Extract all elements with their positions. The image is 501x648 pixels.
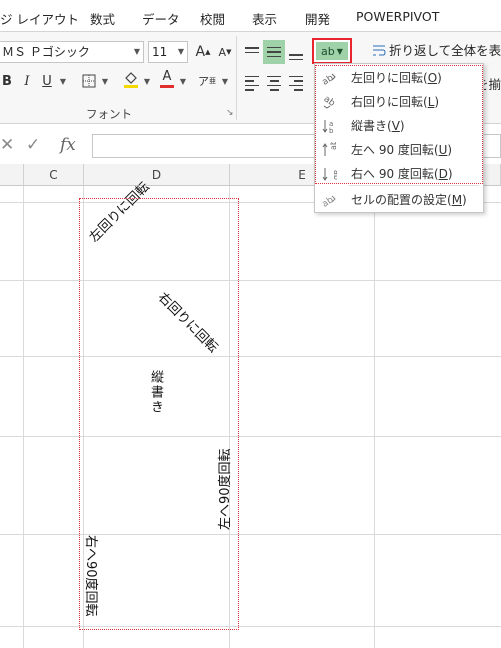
align-left-button[interactable] <box>241 72 263 94</box>
bottom-align-button[interactable] <box>285 42 307 64</box>
font-color-button[interactable]: A <box>156 68 178 90</box>
align-right-button[interactable] <box>285 72 307 94</box>
tab-powerpivot[interactable]: POWERPIVOT <box>356 9 439 24</box>
tab-developer[interactable]: 開発 <box>305 9 330 28</box>
menu-item-format-alignment[interactable]: ab セルの配置の設定(M) <box>317 188 483 211</box>
font-size-select[interactable]: 11 ▼ <box>148 41 188 63</box>
group-divider <box>236 36 237 120</box>
fill-color-button[interactable] <box>120 68 142 90</box>
menu-highlight-frame <box>315 65 483 184</box>
align-right-icon <box>289 75 303 91</box>
grid-line <box>0 626 501 627</box>
chevron-down-icon[interactable]: ▼ <box>178 70 188 92</box>
decrease-font-size-button[interactable]: A ▼ <box>214 41 236 63</box>
chevron-down-icon[interactable]: ▼ <box>100 70 110 92</box>
grid-line <box>0 356 501 357</box>
grid-line <box>0 436 501 437</box>
chevron-down-icon[interactable]: ▼ <box>142 70 152 92</box>
font-name-value: ＭＳ Ｐゴシック <box>2 45 90 59</box>
font-group-label: フォント <box>86 107 132 121</box>
borders-icon <box>82 74 96 88</box>
grid-line <box>23 186 24 648</box>
column-header-b[interactable] <box>0 164 24 186</box>
align-center-button[interactable] <box>263 72 285 94</box>
grid-line <box>0 280 501 281</box>
confirm-icon[interactable]: ✓ <box>26 135 40 155</box>
cells-highlight-frame <box>79 198 239 630</box>
increase-font-size-button[interactable]: A ▲ <box>192 41 214 63</box>
wrap-text-button[interactable]: 折り返して全体を表示す <box>372 40 501 59</box>
menu-separator <box>349 185 479 186</box>
grid-line <box>374 186 375 648</box>
wrap-text-icon <box>373 45 386 55</box>
paint-bucket-icon <box>124 72 138 88</box>
top-align-button[interactable] <box>241 42 263 64</box>
underline-button[interactable]: U <box>36 70 58 92</box>
dialog-launcher-icon[interactable]: ↘ <box>226 108 234 118</box>
tab-view[interactable]: 表示 <box>252 9 277 28</box>
column-header-c[interactable]: C <box>24 164 84 186</box>
tab-data[interactable]: データ <box>142 9 180 28</box>
align-center-icon <box>267 75 281 91</box>
chevron-down-icon[interactable]: ▼ <box>220 70 230 92</box>
font-name-select[interactable]: ＭＳ Ｐゴシック ▼ <box>0 41 144 63</box>
borders-button[interactable] <box>78 70 100 92</box>
italic-button[interactable]: I <box>16 70 38 92</box>
cancel-icon[interactable]: ✕ <box>0 135 14 155</box>
chevron-down-icon[interactable]: ▼ <box>58 70 68 92</box>
chevron-down-icon: ▼ <box>133 47 140 56</box>
align-top-icon <box>245 47 259 53</box>
ribbon-tab-bar: ジ レイアウト 数式 データ 校閲 表示 開発 POWERPIVOT <box>0 0 501 32</box>
font-color-bar <box>160 85 174 88</box>
tab-review[interactable]: 校閲 <box>200 9 225 28</box>
format-alignment-icon: ab <box>317 193 341 206</box>
tab-formulas[interactable]: 数式 <box>90 9 115 28</box>
orientation-button[interactable]: ab ▼ <box>312 38 352 64</box>
column-header-d[interactable]: D <box>84 164 230 186</box>
tab-page-layout[interactable]: ジ レイアウト <box>0 9 79 28</box>
orientation-icon: ab ▼ <box>316 42 348 60</box>
insert-function-icon[interactable]: fx <box>60 135 76 155</box>
align-bottom-icon <box>289 54 303 60</box>
align-middle-icon <box>267 46 281 58</box>
align-left-icon <box>245 75 259 91</box>
chevron-down-icon: ▼ <box>177 47 184 56</box>
phonetic-guide-button[interactable]: ア亜 <box>196 70 218 92</box>
grid-line <box>0 534 501 535</box>
middle-align-button[interactable] <box>263 40 285 64</box>
font-size-value: 11 <box>152 45 168 59</box>
